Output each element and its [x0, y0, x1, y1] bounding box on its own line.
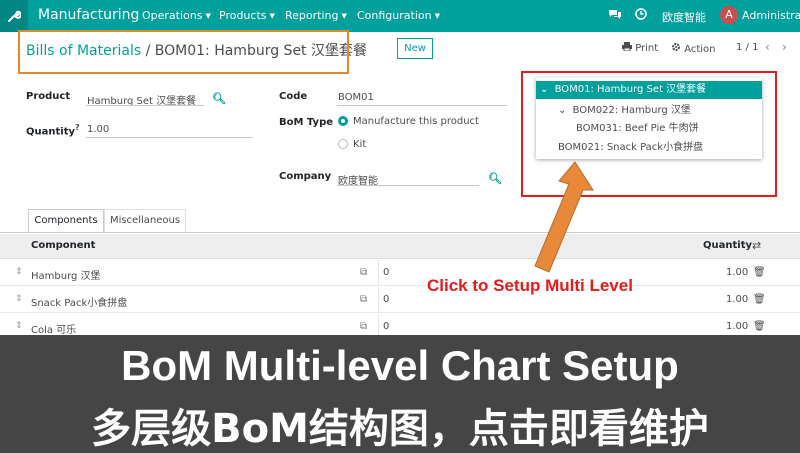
annotation-text: Click to Setup Multi Level	[427, 276, 633, 295]
caption-english: BoM Multi-level Chart Setup	[121, 342, 679, 389]
caption-chinese: 多层级BoM结构图，点击即看维护	[91, 406, 709, 452]
